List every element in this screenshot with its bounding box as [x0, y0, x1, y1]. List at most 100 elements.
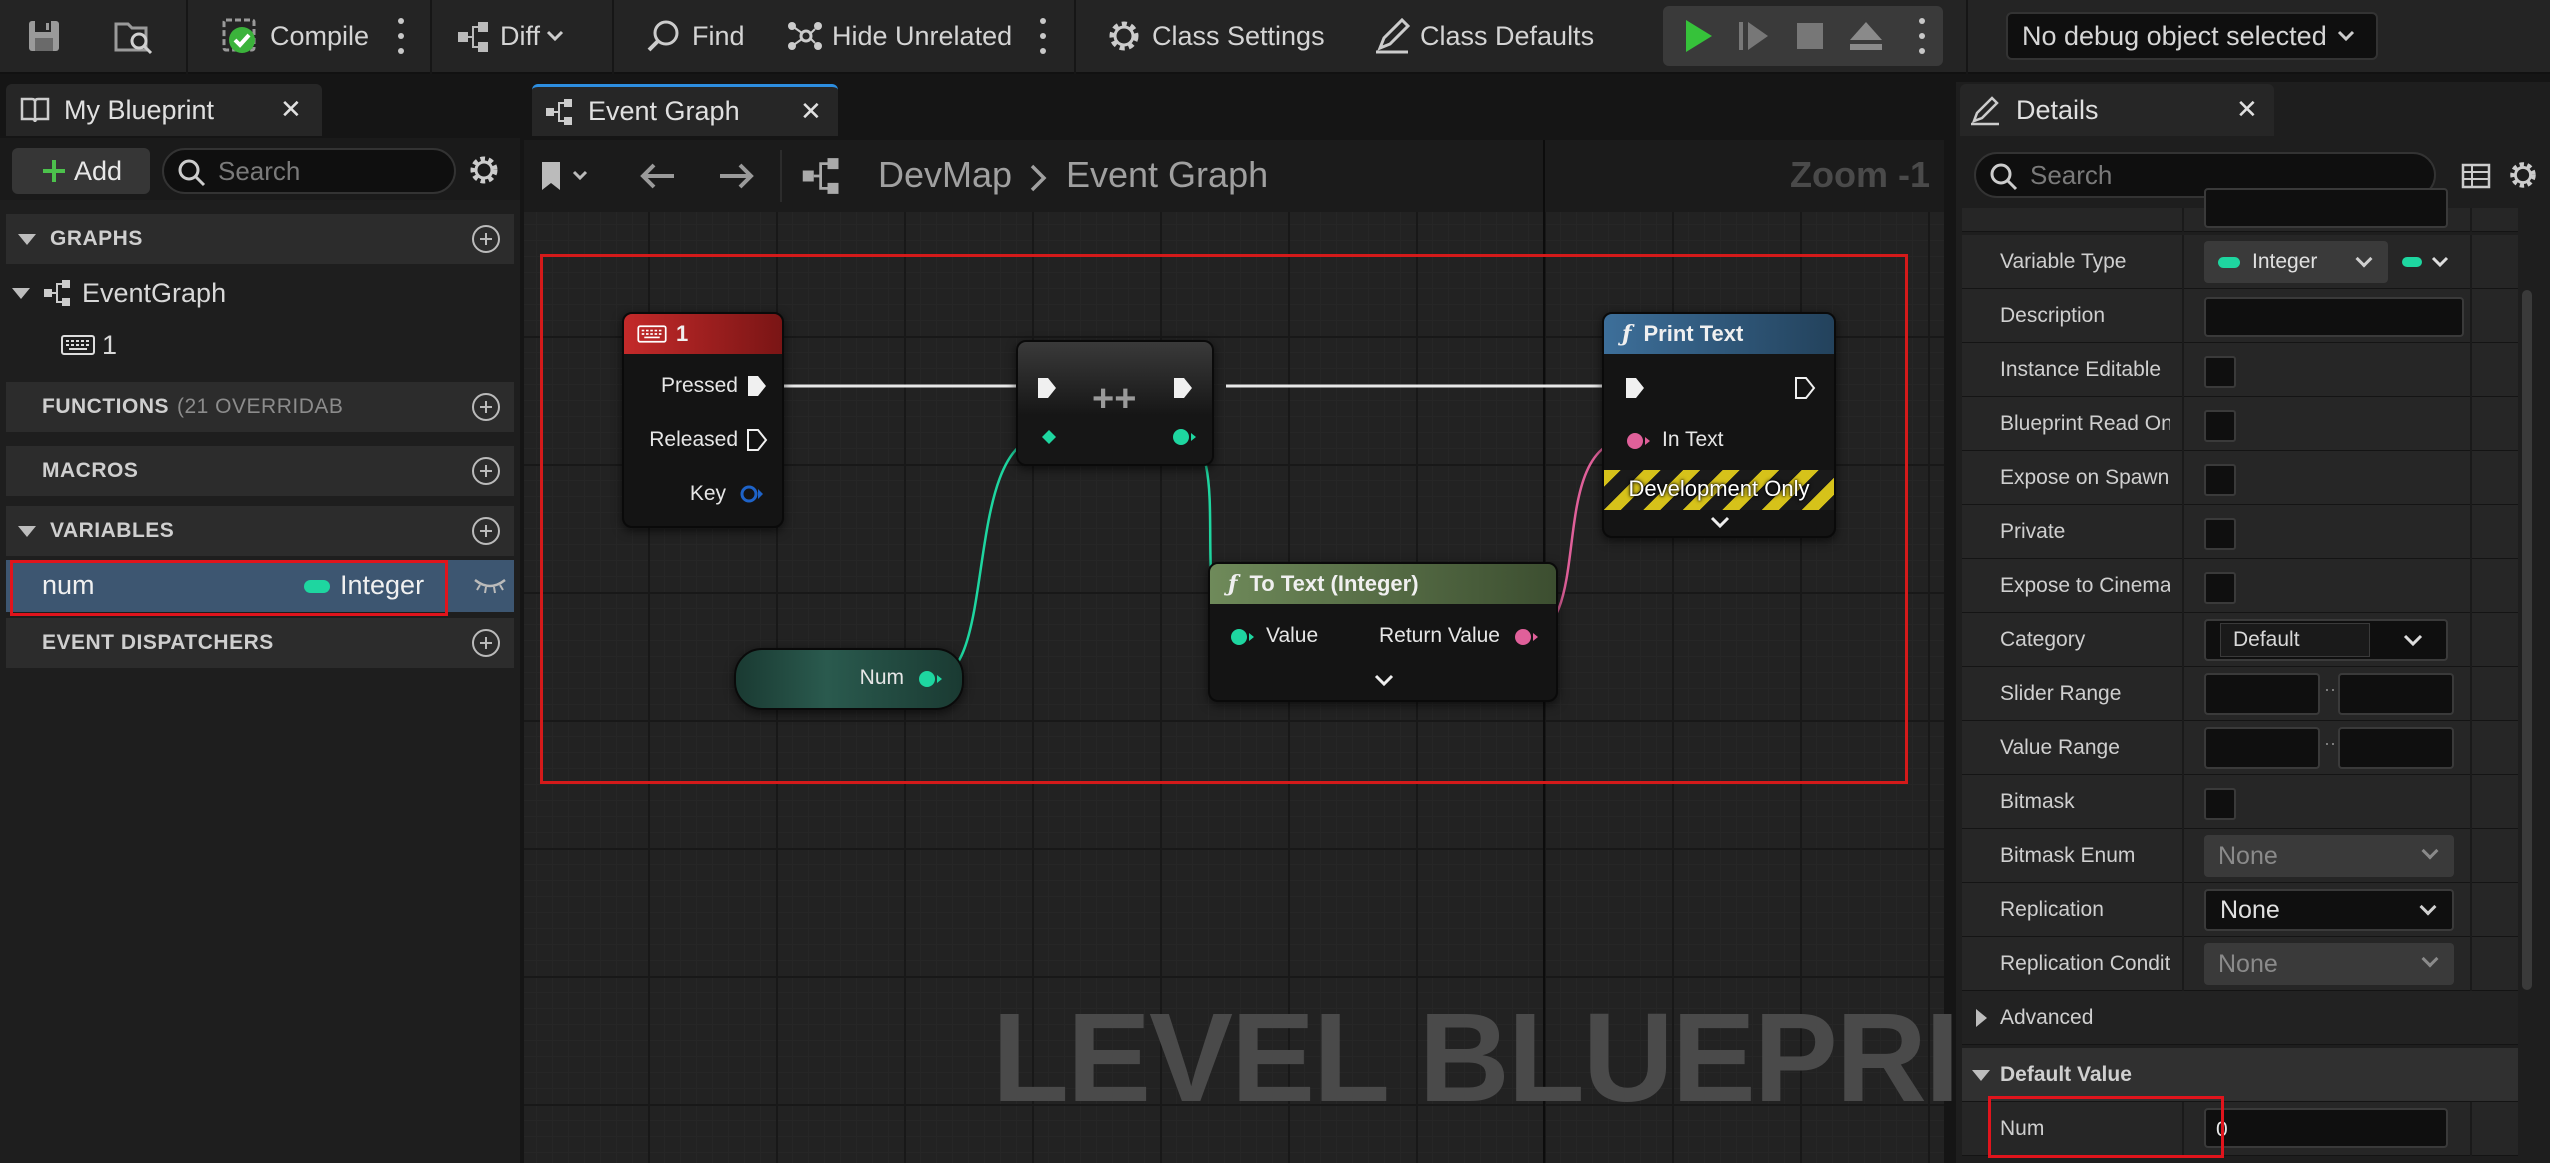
save-button[interactable] [24, 8, 64, 64]
class-defaults-button[interactable]: Class Defaults [1372, 8, 1594, 64]
graph-item-label: 1 [102, 329, 118, 360]
class-settings-button[interactable]: Class Settings [1104, 8, 1325, 64]
category-value[interactable]: Default [2220, 623, 2370, 657]
blueprint-book-icon [20, 97, 50, 123]
variable-type-select[interactable]: Integer [2204, 241, 2388, 283]
replication-condition-select[interactable]: None [2204, 943, 2454, 985]
default-num-field[interactable]: 0 [2204, 1108, 2448, 1148]
section-functions[interactable]: FUNCTIONS (21 OVERRIDAB [6, 382, 514, 432]
section-event-dispatchers[interactable]: EVENT DISPATCHERS [6, 618, 514, 668]
table-view-icon[interactable] [2460, 160, 2492, 192]
debug-object-label: No debug object selected [2022, 20, 2327, 51]
add-dispatcher-icon[interactable] [472, 629, 500, 657]
add-button[interactable]: Add [12, 148, 150, 194]
breadcrumb-root[interactable]: DevMap [878, 154, 1012, 196]
diff-button[interactable]: Diff [454, 8, 566, 64]
settings-gear-icon[interactable] [2506, 158, 2540, 192]
close-icon[interactable]: ✕ [280, 94, 302, 125]
bookmark-icon[interactable] [534, 156, 594, 196]
details-row-advanced[interactable]: Advanced [1962, 991, 2518, 1045]
forward-arrow-icon[interactable] [714, 156, 758, 196]
section-functions-label: FUNCTIONS [42, 395, 169, 418]
add-macro-icon[interactable] [472, 457, 500, 485]
step-icon [1739, 22, 1768, 50]
container-type-select[interactable] [2400, 241, 2458, 283]
toolbar-divider [1966, 0, 1968, 74]
bitmask-checkbox[interactable] [2204, 788, 2236, 820]
details-row-bitmask: Bitmask [1962, 775, 2518, 829]
expose-cinematics-checkbox[interactable] [2204, 572, 2236, 604]
play-button[interactable] [1676, 8, 1720, 64]
hide-unrelated-button[interactable]: Hide Unrelated [784, 8, 1012, 64]
add-function-icon[interactable] [472, 393, 500, 421]
tab-my-blueprint[interactable]: My Blueprint ✕ [6, 84, 322, 136]
section-macros[interactable]: MACROS [6, 446, 514, 496]
details-row-read-only: Blueprint Read Only [1962, 397, 2518, 451]
settings-gear-icon[interactable] [466, 152, 502, 188]
eject-button[interactable] [1846, 8, 1886, 64]
expose-spawn-checkbox[interactable] [2204, 464, 2236, 496]
bitmask-enum-select[interactable]: None [2204, 835, 2454, 877]
variable-type-label: Variable Type [2000, 250, 2127, 273]
value-range-max-field[interactable] [2338, 727, 2454, 769]
browse-button[interactable] [112, 8, 156, 64]
value-range-label: Value Range [2000, 736, 2120, 759]
back-arrow-icon[interactable] [636, 156, 680, 196]
debug-object-select[interactable]: No debug object selected [2006, 12, 2378, 60]
graph-item-eventgraph[interactable]: EventGraph [12, 270, 226, 316]
tab-event-graph[interactable]: Event Graph ✕ [532, 84, 838, 136]
tab-my-blueprint-label: My Blueprint [64, 94, 215, 125]
description-field[interactable] [2204, 297, 2464, 337]
section-functions-note: (21 OVERRIDAB [177, 395, 344, 418]
step-button[interactable] [1734, 8, 1774, 64]
instance-editable-checkbox[interactable] [2204, 356, 2236, 388]
read-only-checkbox[interactable] [2204, 410, 2236, 442]
my-blueprint-search-input[interactable]: Search [162, 148, 456, 194]
details-row-expose-cinematics: Expose to Cinematics [1962, 559, 2518, 613]
details-section-default-value[interactable]: Default Value [1962, 1048, 2518, 1102]
tab-details[interactable]: Details ✕ [1960, 84, 2274, 136]
find-button[interactable]: Find [644, 8, 745, 64]
integer-type-pill-icon [2402, 257, 2422, 267]
details-row-variable-type: Variable Type Integer [1962, 235, 2518, 289]
add-variable-icon[interactable] [472, 517, 500, 545]
details-row-replication: Replication None [1962, 883, 2518, 937]
play-options-button[interactable] [1917, 18, 1927, 54]
stop-button[interactable] [1790, 8, 1830, 64]
close-icon[interactable]: ✕ [2236, 94, 2258, 125]
search-icon [178, 159, 206, 187]
class-defaults-icon [1376, 17, 1411, 54]
bitmask-enum-value: None [2218, 841, 2278, 870]
breadcrumb-current: Event Graph [1066, 154, 1269, 195]
compile-check-icon [222, 18, 256, 53]
replication-select[interactable]: None [2204, 889, 2454, 931]
compile-options-button[interactable] [396, 18, 406, 54]
expand-arrow-icon [18, 525, 36, 537]
toolbar-divider [612, 0, 614, 74]
slider-range-max-field[interactable] [2338, 673, 2454, 715]
category-combo[interactable]: Default [2204, 619, 2448, 661]
toolbar-divider [186, 0, 188, 74]
description-label: Description [2000, 304, 2106, 327]
compile-label: Compile [270, 20, 370, 51]
add-graph-icon[interactable] [472, 225, 500, 253]
diff-label: Diff [500, 20, 541, 51]
section-dispatchers-label: EVENT DISPATCHERS [42, 631, 274, 654]
close-icon[interactable]: ✕ [800, 96, 822, 127]
private-checkbox[interactable] [2204, 518, 2236, 550]
variable-name-field[interactable] [2204, 188, 2448, 228]
chevron-down-icon [2337, 30, 2354, 42]
details-scrollbar[interactable] [2522, 290, 2532, 990]
hide-unrelated-label: Hide Unrelated [832, 20, 1013, 51]
diff-icon [458, 22, 488, 52]
value-range-min-field[interactable] [2204, 727, 2320, 769]
section-graphs[interactable]: GRAPHS [6, 214, 514, 264]
graph-options-button[interactable] [1038, 18, 1048, 54]
play-icon [1686, 20, 1712, 52]
compile-button[interactable]: Compile [218, 8, 369, 64]
level-blueprint-watermark: LEVEL BLUEPRINT [992, 987, 2124, 1128]
slider-range-min-field[interactable] [2204, 673, 2320, 715]
eye-closed-icon[interactable] [472, 576, 508, 596]
graph-item-key-event[interactable]: 1 [60, 322, 117, 368]
section-variables[interactable]: VARIABLES [6, 506, 514, 556]
